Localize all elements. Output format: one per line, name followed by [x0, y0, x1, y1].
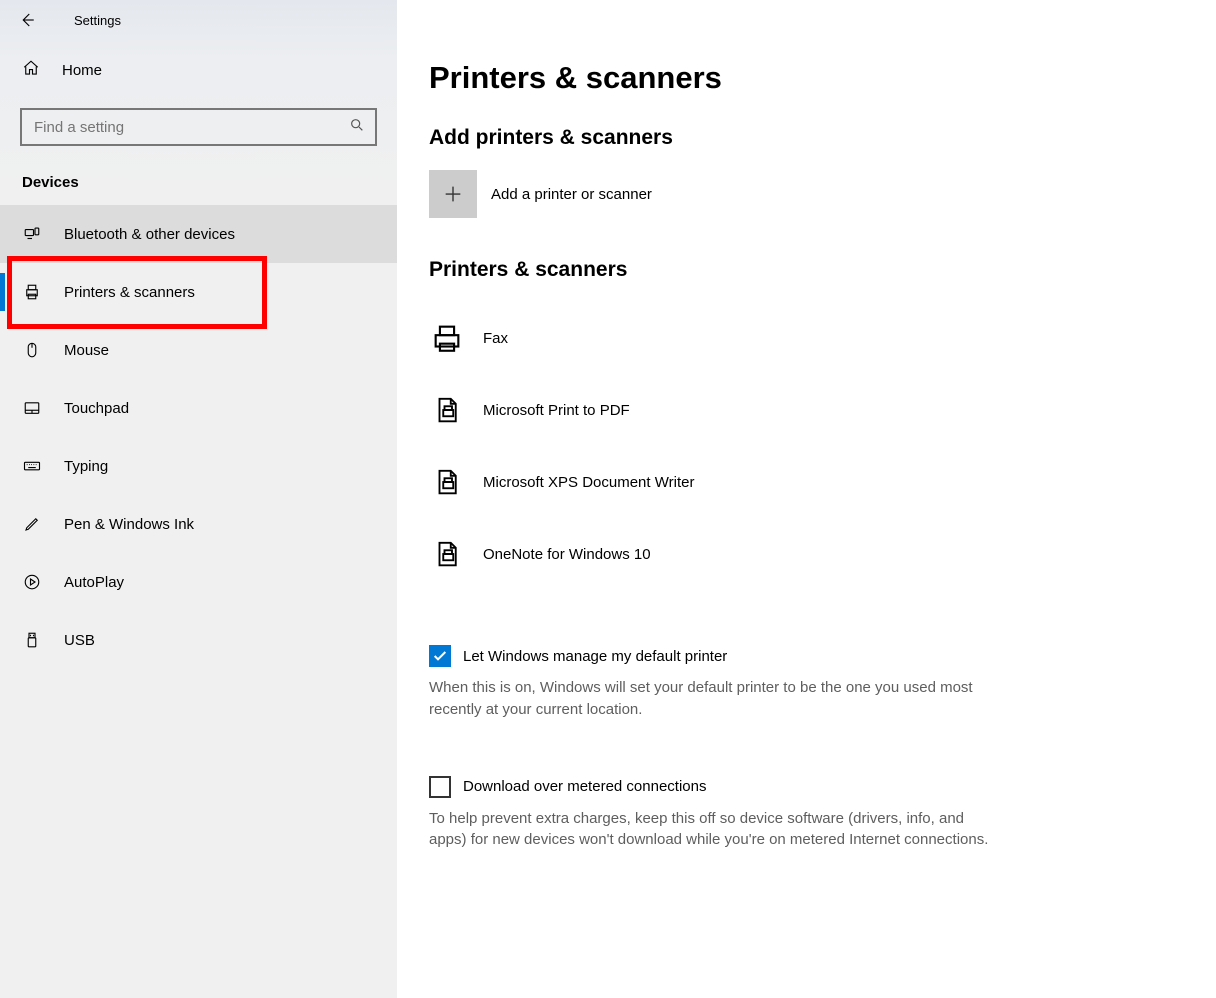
sidebar-item-typing[interactable]: Typing — [0, 437, 397, 495]
sidebar-item-pen[interactable]: Pen & Windows Ink — [0, 495, 397, 553]
add-printer-label: Add a printer or scanner — [491, 186, 652, 203]
keyboard-icon — [22, 457, 42, 475]
sidebar-item-bluetooth[interactable]: Bluetooth & other devices — [0, 205, 397, 263]
devices-icon — [22, 225, 42, 243]
metered-label: Download over metered connections — [463, 778, 706, 795]
pen-icon — [22, 515, 42, 533]
sidebar-item-touchpad[interactable]: Touchpad — [0, 379, 397, 437]
default-printer-row: Let Windows manage my default printer — [429, 645, 1176, 667]
usb-icon — [22, 631, 42, 649]
printer-icon — [22, 283, 42, 301]
main-content: Printers & scanners Add printers & scann… — [397, 0, 1216, 998]
sidebar-item-label: Typing — [64, 458, 108, 475]
sidebar-item-label: Printers & scanners — [64, 284, 195, 301]
home-nav[interactable]: Home — [0, 40, 397, 100]
sidebar-section-label: Devices — [0, 146, 397, 205]
sidebar: Settings Home Devices Bluetooth & other … — [0, 0, 397, 998]
device-label: Microsoft Print to PDF — [483, 402, 630, 419]
device-label: Microsoft XPS Document Writer — [483, 474, 694, 491]
search-input[interactable] — [20, 108, 377, 146]
sidebar-item-printers[interactable]: Printers & scanners — [0, 263, 397, 321]
home-label: Home — [62, 62, 102, 79]
document-printer-icon — [429, 467, 465, 497]
add-section-heading: Add printers & scanners — [429, 126, 1176, 150]
default-printer-help: When this is on, Windows will set your d… — [429, 677, 989, 721]
printer-icon — [429, 321, 465, 355]
touchpad-icon — [22, 399, 42, 417]
device-item-xps[interactable]: Microsoft XPS Document Writer — [429, 446, 1176, 518]
device-label: Fax — [483, 330, 508, 347]
mouse-icon — [22, 341, 42, 359]
sidebar-item-autoplay[interactable]: AutoPlay — [0, 553, 397, 611]
page-title: Printers & scanners — [429, 60, 1176, 96]
search-container — [0, 108, 397, 146]
back-button[interactable] — [18, 11, 36, 29]
default-printer-label: Let Windows manage my default printer — [463, 648, 727, 665]
sidebar-item-mouse[interactable]: Mouse — [0, 321, 397, 379]
titlebar: Settings — [0, 0, 397, 40]
device-item-onenote[interactable]: OneNote for Windows 10 — [429, 518, 1176, 590]
device-item-print-pdf[interactable]: Microsoft Print to PDF — [429, 374, 1176, 446]
search-icon — [349, 117, 365, 137]
default-printer-checkbox[interactable] — [429, 645, 451, 667]
device-item-fax[interactable]: Fax — [429, 302, 1176, 374]
sidebar-item-label: USB — [64, 632, 95, 649]
sidebar-item-label: Pen & Windows Ink — [64, 516, 194, 533]
home-icon — [22, 59, 40, 81]
add-printer-button[interactable]: Add a printer or scanner — [429, 170, 1176, 218]
metered-checkbox[interactable] — [429, 776, 451, 798]
sidebar-item-label: Touchpad — [64, 400, 129, 417]
document-printer-icon — [429, 539, 465, 569]
autoplay-icon — [22, 573, 42, 591]
sidebar-item-usb[interactable]: USB — [0, 611, 397, 669]
sidebar-item-label: Mouse — [64, 342, 109, 359]
list-section-heading: Printers & scanners — [429, 258, 1176, 282]
app-title: Settings — [74, 13, 121, 28]
metered-row: Download over metered connections — [429, 776, 1176, 798]
sidebar-item-label: AutoPlay — [64, 574, 124, 591]
metered-help: To help prevent extra charges, keep this… — [429, 808, 989, 852]
document-printer-icon — [429, 395, 465, 425]
plus-icon — [429, 170, 477, 218]
sidebar-item-label: Bluetooth & other devices — [64, 226, 235, 243]
device-label: OneNote for Windows 10 — [483, 546, 651, 563]
